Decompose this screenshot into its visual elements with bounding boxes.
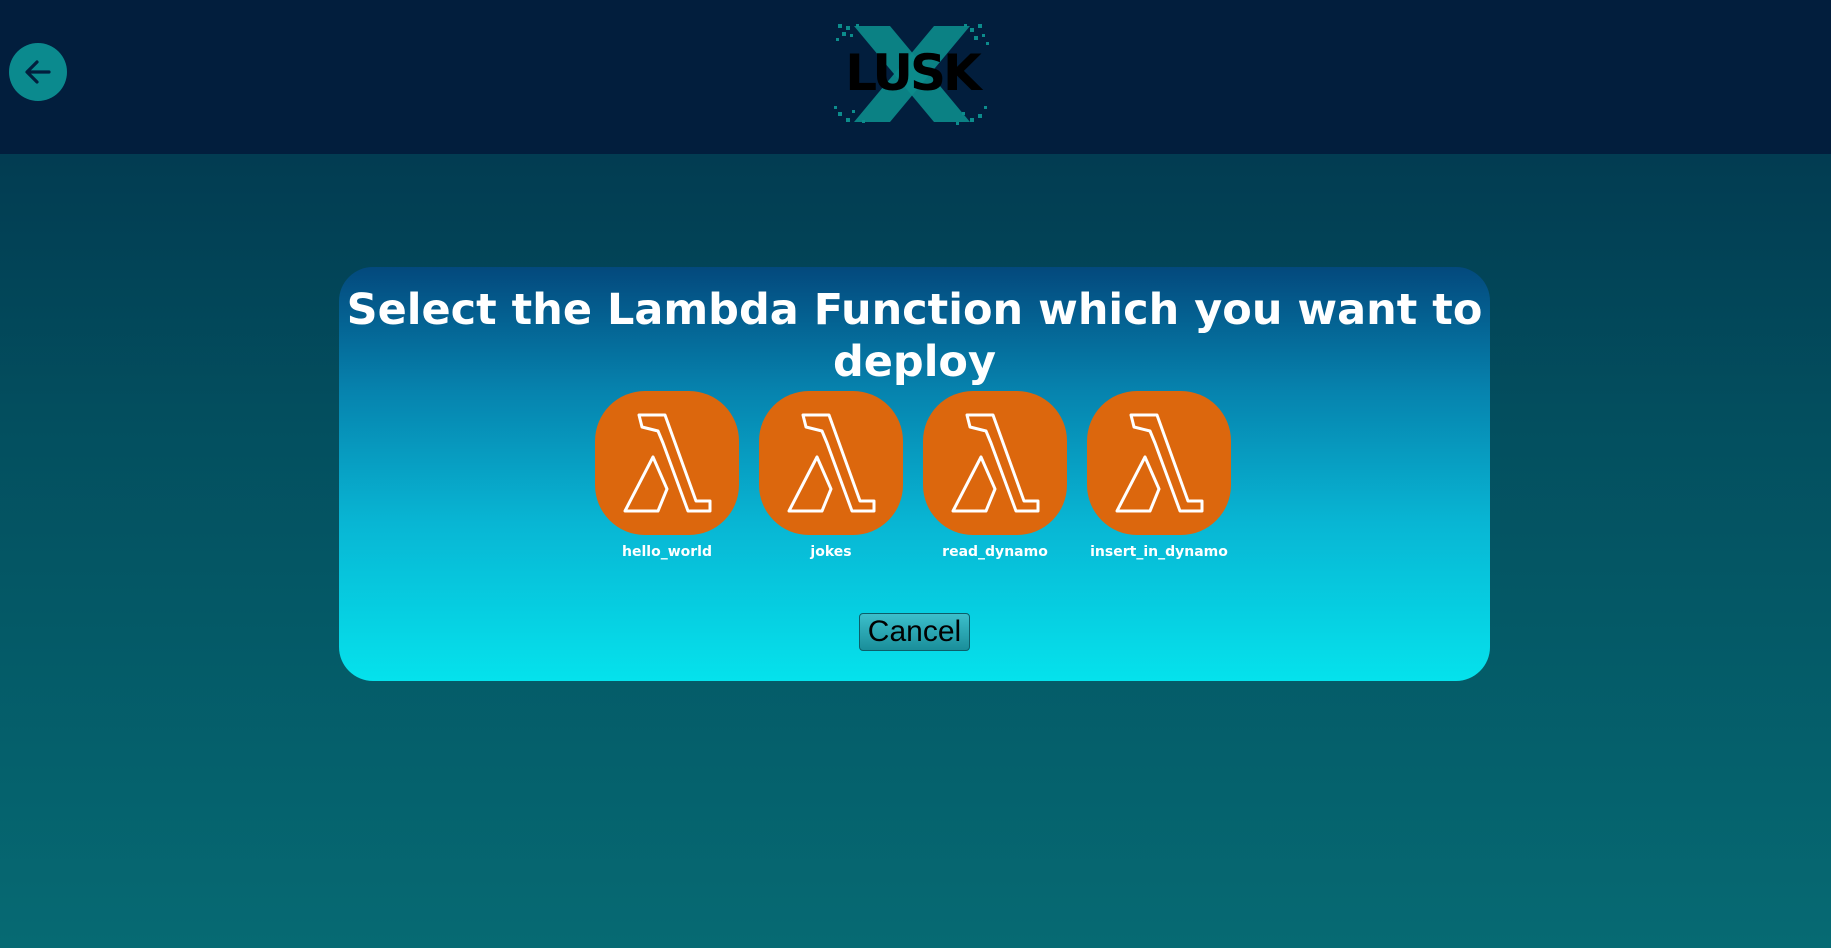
lambda-tile[interactable] [595,391,739,535]
function-item-jokes[interactable]: jokes [759,391,903,560]
aws-lambda-icon [951,413,1040,513]
back-button[interactable] [9,43,67,101]
aws-lambda-icon [787,413,876,513]
function-item-insert-in-dynamo[interactable]: insert_in_dynamo [1087,391,1231,560]
cancel-button[interactable]: Cancel [859,613,970,651]
aws-lambda-icon [1115,413,1204,513]
function-label: read_dynamo [942,544,1048,560]
logo-text: LUSK [845,44,981,102]
top-header: LUSK [0,0,1831,154]
function-label: jokes [810,544,852,560]
lusk-logo: LUSK [832,22,992,126]
lambda-tile[interactable] [1087,391,1231,535]
arrow-left-icon [25,60,51,84]
lambda-tile[interactable] [759,391,903,535]
function-item-read-dynamo[interactable]: read_dynamo [923,391,1067,560]
function-list: hello_world jokes read_dynamo insert_in_… [595,391,1231,560]
aws-lambda-icon [623,413,712,513]
function-label: hello_world [622,544,712,560]
modal-title: Select the Lambda Function which you wan… [346,285,1483,387]
deploy-modal: Select the Lambda Function which you wan… [339,267,1490,681]
lambda-tile[interactable] [923,391,1067,535]
function-label: insert_in_dynamo [1090,544,1228,560]
function-item-hello-world[interactable]: hello_world [595,391,739,560]
